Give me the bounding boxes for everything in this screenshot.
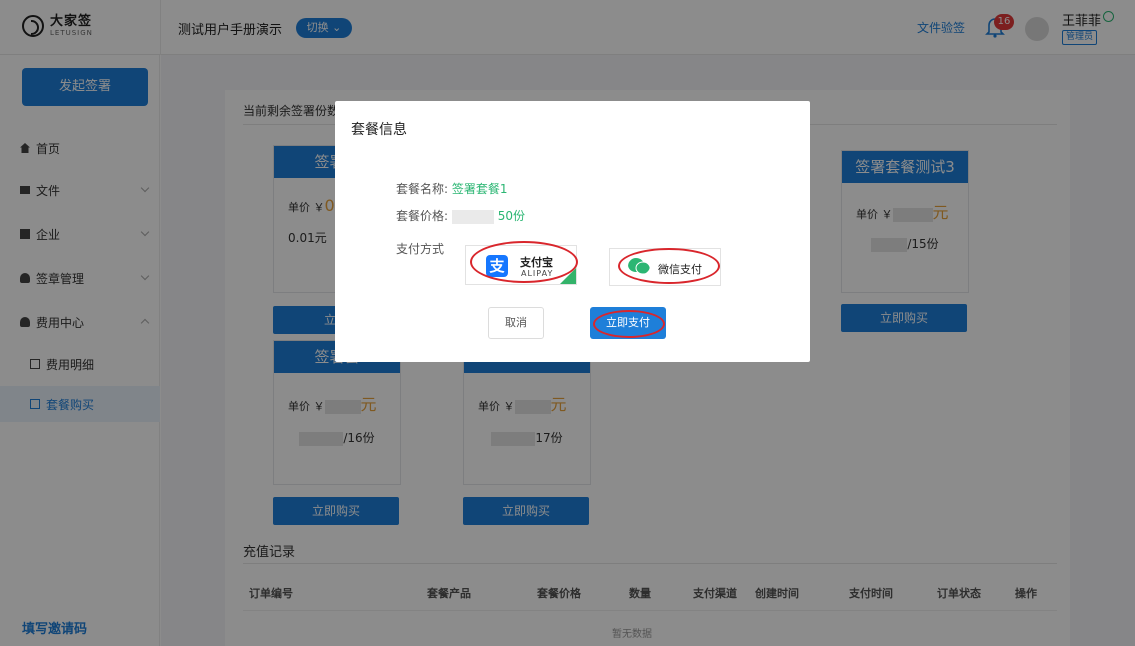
dialog-title: 套餐信息	[351, 122, 407, 138]
highlight-ring	[593, 310, 665, 338]
name-label: 套餐名称:	[396, 182, 449, 196]
price-value: 50份	[497, 209, 525, 223]
price-label: 套餐价格:	[396, 209, 449, 223]
cancel-button[interactable]: 取消	[488, 307, 544, 339]
payment-method-label: 支付方式	[396, 242, 445, 256]
highlight-ring	[618, 248, 720, 284]
page: 大家签 LETUSIGN 测试用户手册演示 切换 ⌄ 文件验签 16 王菲菲 管…	[0, 0, 1135, 646]
name-value: 签署套餐1	[451, 182, 508, 196]
package-price-row: 套餐价格: 50份	[396, 207, 525, 224]
package-info-dialog	[335, 101, 810, 362]
blurred-value	[451, 209, 494, 224]
package-name-row: 套餐名称: 签署套餐1	[396, 180, 508, 197]
highlight-ring	[470, 241, 578, 283]
